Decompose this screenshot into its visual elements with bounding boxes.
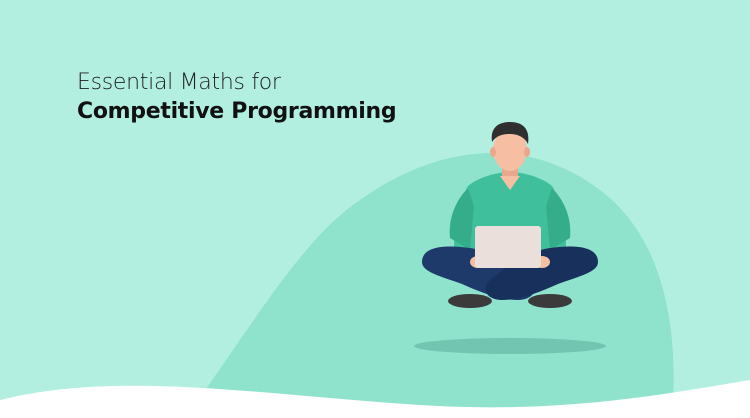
floating-shadow [414,338,606,354]
background-blob [185,152,674,418]
laptop-icon [475,226,541,268]
title-line-1: Essential Maths for [77,70,281,95]
title-block: Essential Maths for Competitive Programm… [77,70,417,126]
background-illustration [0,122,750,418]
title-line-2: Competitive Programming [77,99,397,124]
banner-canvas: Essential Maths for Competitive Programm… [0,0,750,418]
